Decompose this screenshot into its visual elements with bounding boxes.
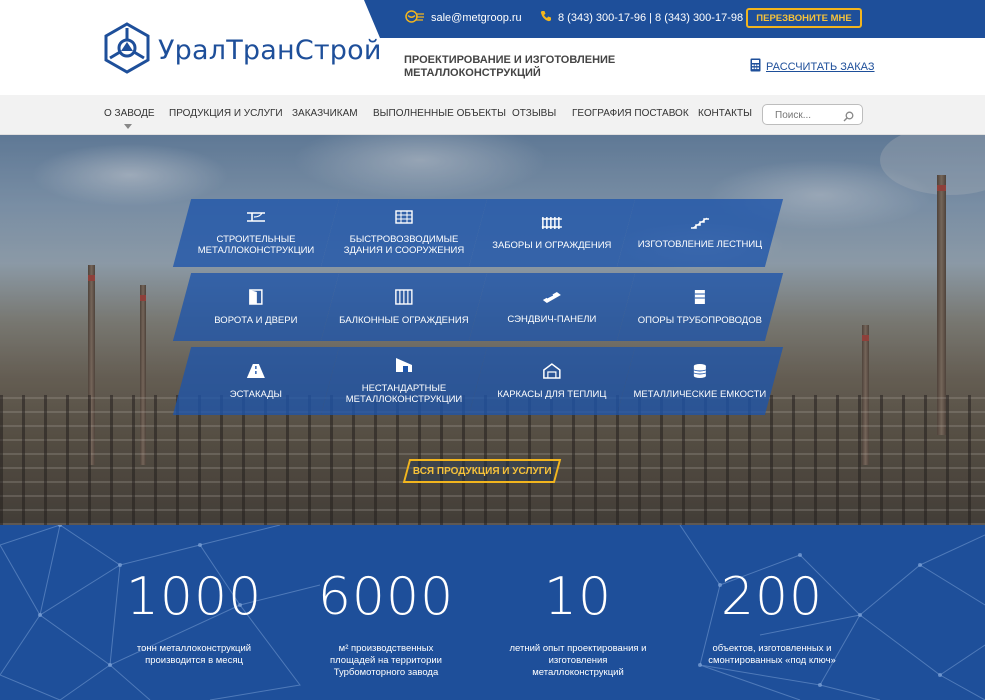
stat-number: 6000 — [317, 567, 455, 627]
fence-icon — [482, 216, 622, 235]
balcony-icon — [334, 288, 474, 310]
product-label: БАЛКОННЫЕ ОГРАЖДЕНИЯ — [339, 314, 469, 326]
nav-item-products[interactable]: ПРОДУКЦИЯ И УСЛУГИ — [169, 108, 283, 119]
phone-icon — [540, 10, 552, 25]
greenhouse-icon — [482, 362, 622, 384]
product-label: МЕТАЛЛИЧЕСКИЕ ЕМКОСТИ — [633, 388, 767, 400]
product-tile-building-structures[interactable]: СТРОИТЕЛЬНЫЕ МЕТАЛЛОКОНСТРУКЦИИ — [172, 199, 340, 267]
all-products-label: ВСЯ ПРОДУКЦИЯ И УСЛУГИ — [412, 465, 552, 477]
product-label: СЭНДВИЧ-ПАНЕЛИ — [507, 313, 597, 325]
building-icon — [334, 210, 474, 229]
stat-monthly-output: 1000 тонн металлоконструкций производитс… — [94, 569, 294, 667]
logo[interactable]: УралТранСтрой — [104, 22, 382, 79]
logo-text: УралТранСтрой — [158, 35, 382, 66]
nav-item-contacts[interactable]: КОНТАКТЫ — [698, 108, 752, 119]
nav-item-reviews[interactable]: ОТЗЫВЫ — [512, 108, 556, 119]
nav-item-customers[interactable]: ЗАКАЗЧИКАМ — [292, 108, 358, 119]
product-tile-metal-tanks[interactable]: МЕТАЛЛИЧЕСКИЕ ЕМКОСТИ — [616, 347, 784, 415]
search-box — [762, 104, 863, 125]
product-tile-pipe-supports[interactable]: ОПОРЫ ТРУБОПРОВОДОВ — [616, 273, 784, 341]
product-tile-balcony-railings[interactable]: БАЛКОННЫЕ ОГРАЖДЕНИЯ — [320, 273, 488, 341]
product-label: НЕСТАНДАРТНЫЕ МЕТАЛЛОКОНСТРУКЦИИ — [345, 383, 463, 405]
tank-icon — [630, 363, 770, 384]
mail-icon — [405, 10, 425, 26]
calculator-icon — [750, 58, 761, 75]
calculate-order-label: РАССЧИТАТЬ ЗАКАЗ — [766, 60, 875, 73]
nav-item-about[interactable]: О ЗАВОДЕ — [104, 108, 155, 119]
product-label: ЭСТАКАДЫ — [229, 388, 283, 400]
phone-text: 8 (343) 300-17-96 | 8 (343) 300-17-98 — [558, 11, 744, 24]
product-tile-overpasses[interactable]: ЭСТАКАДЫ — [172, 347, 340, 415]
stat-caption: летний опыт проектирования и изготовлени… — [509, 643, 647, 678]
custom-structure-icon — [334, 357, 474, 378]
all-products-button[interactable]: ВСЯ ПРОДУКЦИЯ И УСЛУГИ — [402, 459, 562, 483]
product-label: ИЗГОТОВЛЕНИЕ ЛЕСТНИЦ — [637, 239, 763, 250]
phone-numbers[interactable]: 8 (343) 300-17-96 | 8 (343) 300-17-98 — [540, 10, 743, 25]
company-tagline: ПРОЕКТИРОВАНИЕ И ИЗГОТОВЛЕНИЕ МЕТАЛЛОКОН… — [404, 54, 616, 79]
panel-icon — [482, 290, 622, 309]
overpass-icon — [186, 363, 326, 384]
stat-experience: 10 летний опыт проектирования и изготовл… — [478, 569, 678, 679]
product-label: ВОРОТА И ДВЕРИ — [214, 314, 298, 326]
product-tile-gates-doors[interactable]: ВОРОТА И ДВЕРИ — [172, 273, 340, 341]
email-text: sale@metgroop.ru — [431, 12, 522, 24]
product-label: ЗАБОРЫ И ОГРАЖДЕНИЯ — [492, 239, 612, 251]
stat-caption: объектов, изготовленных и смонтированных… — [708, 643, 836, 666]
product-label: КАРКАСЫ ДЛЯ ТЕПЛИЦ — [497, 388, 607, 400]
product-tile-fences[interactable]: ЗАБОРЫ И ОГРАЖДЕНИЯ — [468, 199, 636, 267]
search-icon[interactable] — [843, 109, 854, 127]
stat-number: 200 — [720, 567, 824, 627]
product-tile-greenhouse-frames[interactable]: КАРКАСЫ ДЛЯ ТЕПЛИЦ — [468, 347, 636, 415]
door-icon — [186, 288, 326, 310]
stat-caption: м² производственных площадей на территор… — [330, 643, 442, 678]
email-link[interactable]: sale@metgroop.ru — [405, 10, 522, 26]
nav-item-projects[interactable]: ВЫПОЛНЕННЫЕ ОБЪЕКТЫ — [373, 108, 506, 119]
pipe-support-icon — [630, 289, 770, 310]
logo-emblem-icon — [104, 22, 150, 79]
search-input[interactable] — [775, 110, 845, 121]
stat-number: 1000 — [125, 567, 263, 627]
stat-number: 10 — [543, 567, 613, 627]
product-tile-sandwich-panels[interactable]: СЭНДВИЧ-ПАНЕЛИ — [468, 273, 636, 341]
product-tile-stairs[interactable]: ИЗГОТОВЛЕНИЕ ЛЕСТНИЦ — [616, 199, 784, 267]
stat-turnkey-projects: 200 объектов, изготовленных и смонтирова… — [672, 569, 872, 667]
product-label: БЫСТРОВОЗВОДИМЫЕ ЗДАНИЯ И СООРУЖЕНИЯ — [343, 234, 465, 256]
stat-caption: тонн металлоконструкций производится в м… — [136, 643, 252, 666]
stats-section: 1000 тонн металлоконструкций производитс… — [0, 525, 985, 700]
callback-button[interactable]: ПЕРЕЗВОНИТЕ МНЕ — [746, 8, 862, 28]
calculate-order-link[interactable]: РАССЧИТАТЬ ЗАКАЗ — [750, 58, 875, 75]
nav-item-geography[interactable]: ГЕОГРАФИЯ ПОСТАВОК — [572, 108, 689, 119]
stat-production-area: 6000 м² производственных площадей на тер… — [286, 569, 486, 679]
product-tile-custom-structures[interactable]: НЕСТАНДАРТНЫЕ МЕТАЛЛОКОНСТРУКЦИИ — [320, 347, 488, 415]
stairs-icon — [630, 216, 770, 234]
beam-icon — [186, 210, 326, 229]
product-label: СТРОИТЕЛЬНЫЕ МЕТАЛЛОКОНСТРУКЦИИ — [197, 234, 315, 256]
product-tile-prefab-buildings[interactable]: БЫСТРОВОЗВОДИМЫЕ ЗДАНИЯ И СООРУЖЕНИЯ — [320, 199, 488, 267]
product-label: ОПОРЫ ТРУБОПРОВОДОВ — [637, 314, 763, 326]
active-nav-indicator — [124, 124, 132, 129]
